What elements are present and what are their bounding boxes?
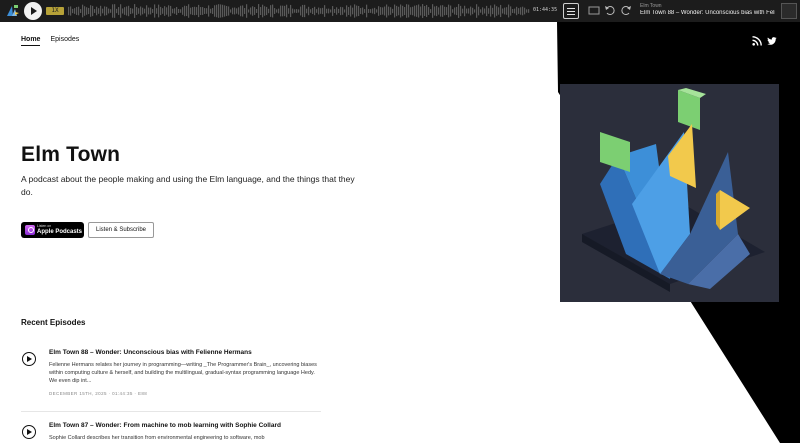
twitter-icon[interactable] bbox=[767, 36, 777, 46]
episode-title[interactable]: Elm Town 87 – Wonder: From machine to mo… bbox=[49, 422, 321, 429]
podcast-description: A podcast about the people making and us… bbox=[21, 174, 355, 197]
playback-speed-button[interactable]: 1X bbox=[46, 7, 64, 15]
main-nav: Home Episodes bbox=[21, 36, 79, 46]
podcast-title: Elm Town bbox=[21, 143, 121, 166]
recent-episodes-heading: Recent Episodes bbox=[21, 318, 86, 327]
social-links bbox=[752, 36, 777, 46]
playback-time: 01:44:35 bbox=[533, 7, 558, 13]
episode-meta: DECEMBER 15TH, 2025 · 01:44:35 · E88 bbox=[49, 391, 148, 396]
episode-summary: Felienne Hermans relates her journey in … bbox=[49, 362, 317, 385]
rewind-icon[interactable] bbox=[604, 5, 616, 16]
apple-podcasts-label: Apple Podcasts bbox=[37, 229, 83, 235]
podcast-artwork bbox=[560, 84, 779, 302]
apple-podcasts-button[interactable]: Listen on Apple Podcasts bbox=[21, 222, 84, 238]
listen-subscribe-button[interactable]: Listen & Subscribe bbox=[88, 222, 154, 238]
nav-episodes-link[interactable]: Episodes bbox=[50, 36, 79, 46]
rss-icon[interactable] bbox=[752, 36, 762, 46]
elm-town-logo bbox=[4, 3, 20, 19]
apple-podcasts-icon bbox=[25, 225, 35, 235]
now-playing-title[interactable]: Elm Town 88 – Wonder: Unconscious bias w… bbox=[640, 10, 775, 16]
forward-icon[interactable] bbox=[620, 5, 632, 16]
now-playing-artwork[interactable] bbox=[781, 3, 797, 19]
menu-icon[interactable] bbox=[563, 3, 579, 19]
now-playing-podcast: Elm Town bbox=[640, 3, 662, 9]
apple-podcasts-caption: Listen on bbox=[37, 224, 52, 228]
play-button[interactable] bbox=[24, 2, 42, 20]
waveform-scrubber[interactable] bbox=[68, 3, 530, 19]
queue-icon[interactable] bbox=[588, 5, 600, 16]
episode-play-icon[interactable] bbox=[22, 425, 36, 439]
podcast-player-bar: 1X 01:44:35 Elm Town Elm Town 88 – Wonde… bbox=[0, 0, 800, 22]
nav-home-link[interactable]: Home bbox=[21, 36, 41, 46]
episode-play-icon[interactable] bbox=[22, 352, 36, 366]
episode-summary: Sophie Collard describes her transition … bbox=[49, 435, 265, 441]
episode-title[interactable]: Elm Town 88 – Wonder: Unconscious bias w… bbox=[49, 349, 321, 356]
episode-divider bbox=[21, 411, 321, 412]
